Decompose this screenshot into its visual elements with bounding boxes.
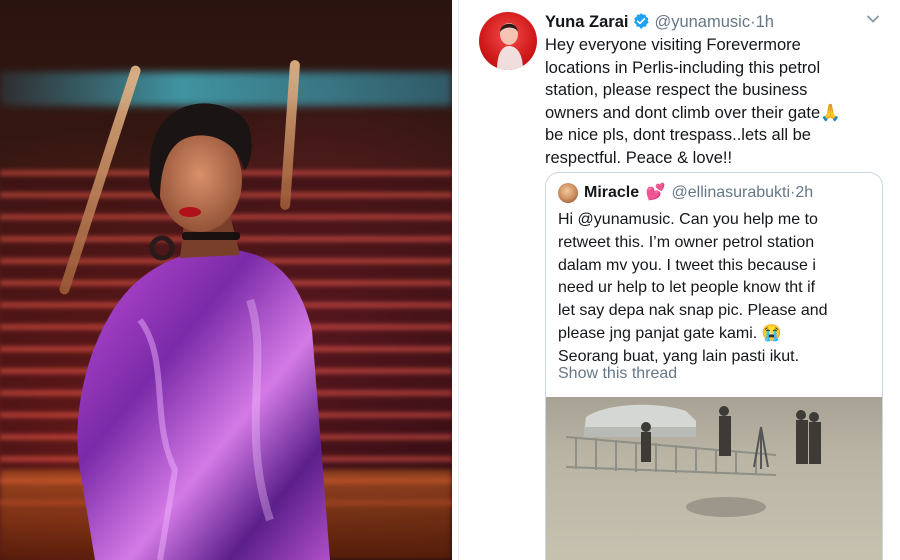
- quoted-text-line: please jng panjat gate kami. 😭: [558, 324, 782, 342]
- quoted-author-avatar[interactable]: [558, 183, 578, 203]
- heart-emoji: 💕: [645, 184, 666, 201]
- quoted-tweet[interactable]: Miracle 💕 @ellinasurabukti·2h Hi @yunamus…: [545, 172, 883, 560]
- tweet-timestamp[interactable]: 1h: [756, 13, 774, 31]
- cctv-screenshot-image[interactable]: [546, 397, 882, 560]
- tweet-text-line: Hey everyone visiting Forevermore: [545, 36, 801, 54]
- quoted-text-line: need ur help to let people know tht if: [558, 279, 816, 297]
- tweet-text-line: station, please respect the business: [545, 81, 808, 99]
- quoted-text-line: Hi @yunamusic. Can you help me to: [558, 211, 818, 228]
- tweet-header: Yuna Zarai @yunamusic·1h: [545, 10, 875, 34]
- tweet-text-line: owners and dont climb over their gate🙏: [545, 103, 841, 122]
- quoted-tweet-header: Miracle 💕 @ellinasurabukti·2h: [584, 181, 874, 205]
- tweet-text-line: locations in Perlis-including this petro…: [545, 58, 821, 77]
- tweet-text-line: respectful. Peace & love!!: [545, 148, 733, 167]
- person-figure: [77, 103, 330, 560]
- tweet-text: Hey everyone visiting Forevermore locati…: [545, 34, 890, 169]
- quoted-author-name[interactable]: Miracle: [584, 184, 639, 201]
- quoted-author-handle[interactable]: @ellinasurabukti: [672, 184, 791, 201]
- quoted-text-line: dalam mv you. I tweet this because i: [558, 256, 816, 274]
- author-avatar[interactable]: [479, 12, 537, 70]
- portrait-photo: [0, 0, 452, 560]
- avatar-portrait-icon: [497, 23, 523, 70]
- author-handle[interactable]: @yunamusic: [654, 13, 750, 31]
- quoted-text-line: retweet this. I’m owner petrol station: [558, 233, 815, 251]
- quoted-tweet-timestamp[interactable]: 2h: [795, 184, 813, 201]
- chevron-down-icon[interactable]: [866, 12, 880, 26]
- tweet-text-line: be nice pls, dont trespass..lets all be: [545, 126, 811, 144]
- cctv-scene-icon: [565, 404, 821, 517]
- author-name[interactable]: Yuna Zarai: [545, 13, 628, 31]
- quoted-tweet-text: Hi @yunamusic. Can you help me to retwee…: [558, 209, 878, 369]
- tweet-card[interactable]: Yuna Zarai @yunamusic·1h Hey everyone vis…: [458, 0, 900, 560]
- show-thread-link[interactable]: Show this thread: [558, 363, 677, 385]
- quoted-text-line: let say depa nak snap pic. Please and: [558, 302, 828, 320]
